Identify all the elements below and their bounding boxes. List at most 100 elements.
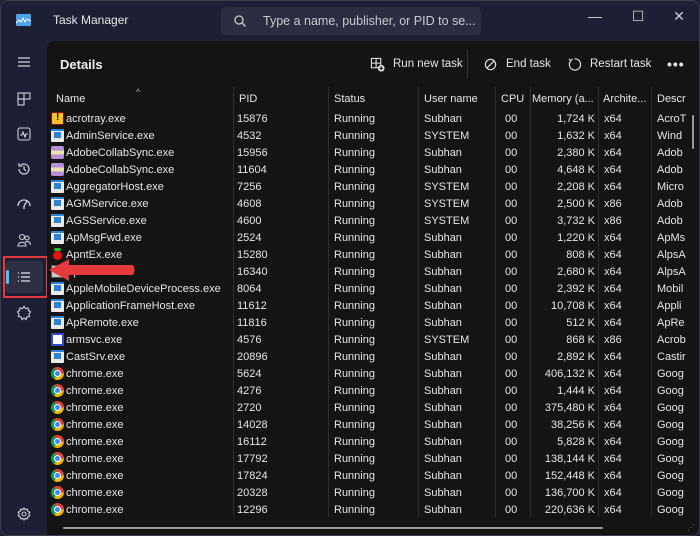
close-button[interactable]: ✕ — [663, 5, 695, 27]
process-pid: 4608 — [237, 198, 262, 210]
table-row[interactable]: AdobeCollabSync.exe 15956 Running Subhan 00 2… — [47, 145, 699, 162]
table-row[interactable]: chrome.exe 5624 Running Subhan 00 406,132 K x6… — [47, 366, 699, 383]
maximize-button[interactable]: ☐ — [622, 5, 654, 27]
process-status: Running — [334, 334, 375, 346]
process-user: SYSTEM — [424, 181, 470, 193]
process-status: Running — [334, 317, 375, 329]
annotation-arrow-icon — [49, 259, 135, 281]
process-name: CastSrv.exe — [66, 351, 126, 363]
table-row[interactable]: AGMService.exe 4608 Running SYSTEM 00 2,500 K… — [47, 196, 699, 213]
process-user: Subhan — [424, 436, 462, 448]
table-row[interactable]: acrotray.exe 15876 Running Subhan 00 1,724 K x… — [47, 111, 699, 128]
process-cpu: 00 — [505, 368, 517, 380]
table-row[interactable]: AppleMobileDeviceProcess.exe 8064 Running S… — [47, 281, 699, 298]
column-header-description[interactable]: Descr — [657, 87, 689, 111]
process-architecture: x64 — [604, 181, 622, 193]
performance-icon — [17, 127, 31, 141]
table-row[interactable]: chrome.exe 14028 Running Subhan 00 38,256 K x6… — [47, 417, 699, 434]
table-row[interactable]: AggregatorHost.exe 7256 Running SYSTEM 00 2,2… — [47, 179, 699, 196]
process-memory: 868 K — [566, 334, 595, 346]
table-row[interactable]: chrome.exe 12296 Running Subhan 00 220,636 K x… — [47, 502, 699, 519]
process-status: Running — [334, 113, 375, 125]
process-status: Running — [334, 181, 375, 193]
column-header-cpu[interactable]: CPU — [501, 87, 525, 111]
resize-grip-icon[interactable]: ⋰ — [687, 523, 697, 533]
table-row[interactable]: Apoint.exe16340RunningSubhan002,680 Kx64… — [47, 264, 699, 281]
process-architecture: x64 — [604, 351, 622, 363]
vertical-scrollbar[interactable] — [692, 115, 694, 149]
restart-task-button[interactable]: Restart task — [567, 53, 651, 75]
adobe-process-icon — [51, 146, 64, 159]
table-row[interactable]: chrome.exe 20328 Running Subhan 00 136,700 K x… — [47, 485, 699, 502]
sidebar-item-menu[interactable] — [5, 46, 43, 78]
process-cpu: 00 — [505, 181, 517, 193]
sidebar-item-startup-apps[interactable] — [5, 188, 43, 220]
table-row[interactable]: ApRemote.exe 11816 Running Subhan 00 512 K x64… — [47, 315, 699, 332]
table-row[interactable]: chrome.exe 4276 Running Subhan 00 1,444 K x64 G… — [47, 383, 699, 400]
process-memory: 1,632 K — [557, 130, 595, 142]
process-description: ApRe — [657, 317, 685, 329]
table-row[interactable]: ApplicationFrameHost.exe 11612 Running Subh… — [47, 298, 699, 315]
sidebar-item-processes[interactable] — [5, 83, 43, 115]
restart-task-label: Restart task — [590, 58, 652, 70]
column-header-memory[interactable]: Memory (a... — [532, 87, 597, 111]
process-status: Running — [334, 232, 375, 244]
table-row[interactable]: chrome.exe 17824 Running Subhan 00 152,448 K x… — [47, 468, 699, 485]
table-row[interactable]: ApMsgFwd.exe 2524 Running Subhan 00 1,220 K x6… — [47, 230, 699, 247]
sidebar-item-services[interactable] — [5, 297, 43, 329]
process-user: SYSTEM — [424, 130, 470, 142]
processes-icon — [17, 92, 31, 106]
process-cpu: 00 — [505, 470, 517, 482]
table-row[interactable]: AdobeCollabSync.exe 11604 Running Subhan 00 4… — [47, 162, 699, 179]
process-architecture: x64 — [604, 266, 622, 278]
column-header-architecture[interactable]: Archite... — [603, 87, 653, 111]
table-row[interactable]: armsvc.exe 4576 Running SYSTEM 00 868 K x86 Acr… — [47, 332, 699, 349]
process-description: Acrob — [657, 334, 686, 346]
process-description: Goog — [657, 368, 684, 380]
win-process-icon — [51, 197, 64, 210]
sidebar-item-users[interactable] — [5, 224, 43, 256]
table-row[interactable]: chrome.exe 17792 Running Subhan 00 138,144 K x… — [47, 451, 699, 468]
table-row[interactable]: chrome.exe 16112 Running Subhan 00 5,828 K x64… — [47, 434, 699, 451]
column-header-status[interactable]: Status — [334, 87, 419, 111]
table-row[interactable]: AGSService.exe 4600 Running SYSTEM 00 3,732 K… — [47, 213, 699, 230]
sidebar-item-app-history[interactable] — [5, 153, 43, 185]
sidebar-item-settings[interactable] — [5, 498, 43, 530]
run-new-task-button[interactable]: Run new task — [370, 53, 463, 75]
chrome-process-icon — [51, 503, 64, 516]
chrome-process-icon — [51, 401, 64, 414]
process-memory: 2,208 K — [557, 181, 595, 193]
process-pid: 4276 — [237, 385, 262, 397]
process-memory: 406,132 K — [544, 368, 595, 380]
table-row[interactable]: CastSrv.exe 20896 Running Subhan 00 2,892 K x6… — [47, 349, 699, 366]
process-description: Wind — [657, 130, 683, 142]
process-cpu: 00 — [505, 419, 517, 431]
process-memory: 2,680 K — [557, 266, 595, 278]
process-name: AdobeCollabSync.exe — [66, 164, 175, 176]
process-status: Running — [334, 436, 375, 448]
more-options-button[interactable]: ••• — [667, 53, 685, 75]
sidebar-item-performance[interactable] — [5, 118, 43, 150]
table-row[interactable]: AdminService.exe 4532 Running SYSTEM 00 1,632… — [47, 128, 699, 145]
process-memory: 2,380 K — [557, 147, 595, 159]
table-row[interactable]: ApntEx.exe 15280 Running Subhan 00 808 Kx64 Al… — [47, 247, 699, 264]
table-row[interactable]: chrome.exe 2720 Running Subhan 00 375,480 K x6… — [47, 400, 699, 417]
horizontal-scrollbar[interactable] — [63, 527, 603, 529]
search-input[interactable]: Type a name, publisher, or PID to se... — [221, 7, 481, 35]
process-architecture: x64 — [604, 436, 622, 448]
minimize-button[interactable]: — — [579, 5, 611, 27]
process-memory: 136,700 K — [544, 487, 595, 499]
acro-process-icon — [51, 112, 64, 125]
process-memory: 375,480 K — [544, 402, 595, 414]
table-header: ^ Name PID Status User name CPU Memory (… — [47, 87, 699, 111]
column-header-pid[interactable]: PID — [239, 87, 329, 111]
process-architecture: x64 — [604, 113, 622, 125]
process-pid: 15280 — [237, 249, 268, 261]
column-header-name[interactable]: Name — [56, 87, 231, 111]
process-name: chrome.exe — [66, 470, 124, 482]
column-header-user-name[interactable]: User name — [424, 87, 494, 111]
process-memory: 2,500 K — [557, 198, 595, 210]
end-task-button[interactable]: End task — [483, 53, 551, 75]
process-cpu: 00 — [505, 385, 517, 397]
process-architecture: x64 — [604, 504, 622, 516]
